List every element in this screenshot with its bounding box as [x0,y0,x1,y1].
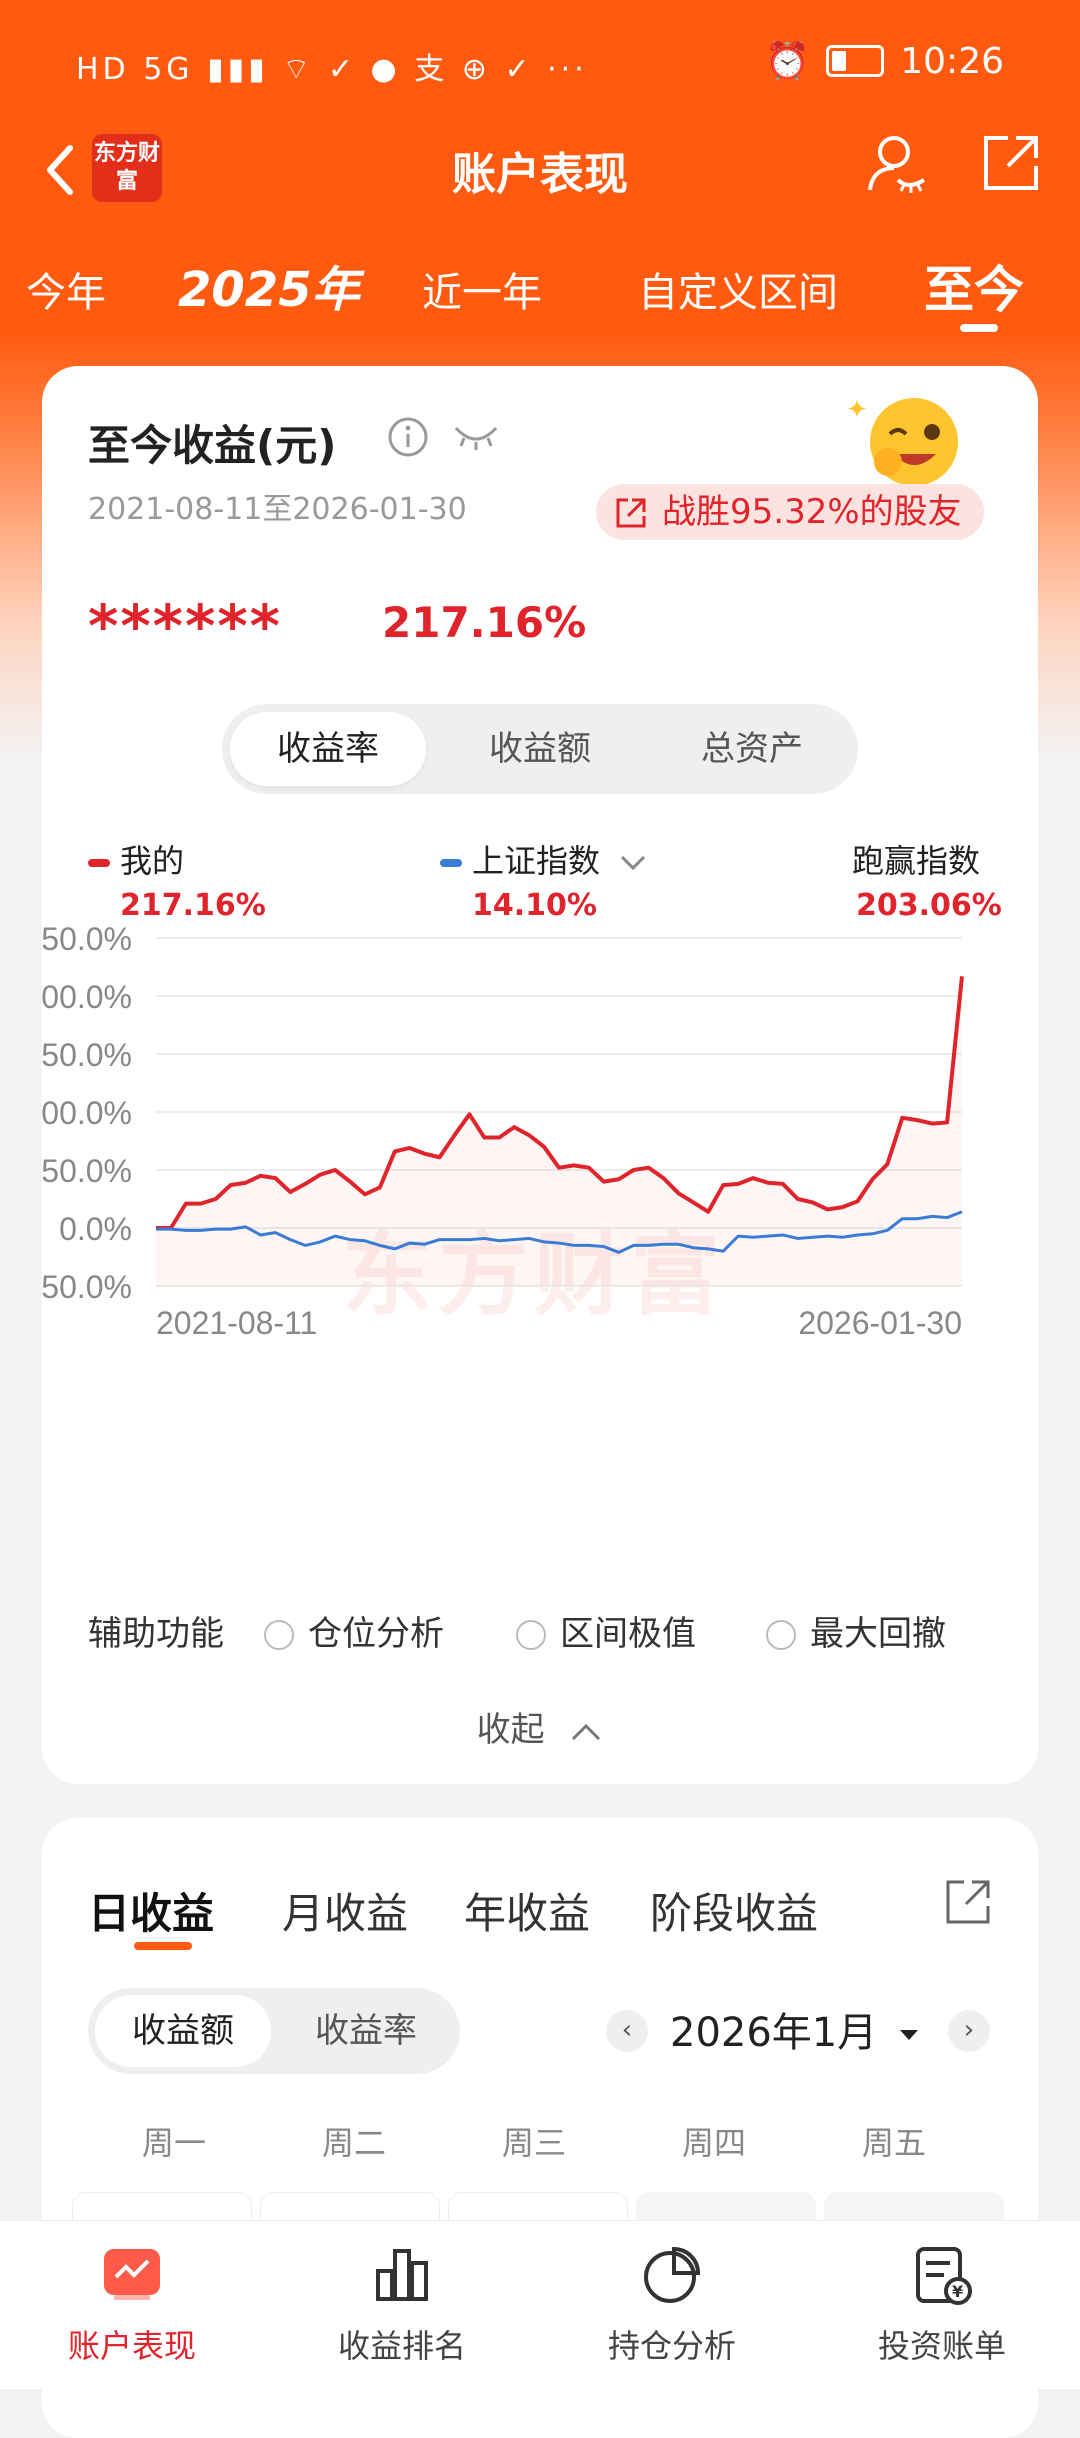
bill-icon: ¥ [916,2247,972,2305]
return-card: 至今收益(元) 2021-08-11至2026-01-30 ✦ 战胜95.32%… [42,366,1038,1784]
weekday-wed: 周三 [501,2124,566,2162]
nav-return-ranking[interactable]: 收益排名 [302,2243,502,2367]
svg-text:✦: ✦ [846,395,868,425]
y-tick-label: 50.0% [42,1153,132,1189]
segment-return-rate[interactable]: 收益率 [230,712,426,786]
month-label: 2026年1月 [670,2010,878,2056]
y-tick-label: -50.0% [42,1269,132,1305]
info-icon[interactable] [387,416,429,458]
battery-icon [826,45,885,77]
status-time: 10:26 [900,40,1004,82]
blue-dot-icon [440,859,462,867]
return-title: 至今收益(元) [88,421,337,470]
share-out-icon [616,498,646,528]
bar-chart-icon [376,2249,428,2301]
user-privacy-icon[interactable] [864,130,930,196]
nav-label: 账户表现 [67,2327,196,2365]
tab-last-year[interactable]: 近一年 [422,260,542,318]
y-tick-label: 250.0% [42,926,132,957]
nav-holding-analysis[interactable]: 持仓分析 [572,2243,772,2367]
bottom-nav: 账户表现 收益排名 持仓分析 ¥ 投资账单 [0,2220,1080,2389]
option-range-extremes[interactable]: 区间极值 [516,1606,696,1655]
tab-all-time[interactable]: 至今 [924,250,1024,322]
nav-label: 收益排名 [337,2327,466,2365]
collapse-button[interactable]: 收起 [42,1702,1038,1751]
weekday-thu: 周四 [681,2124,746,2162]
legend-outperform-label: 跑赢指数 [852,842,981,880]
return-percent: 217.16% [382,598,587,647]
date-range: 2021-08-11至2026-01-30 [88,492,467,527]
tab-yearly[interactable]: 年收益 [464,1880,590,1941]
masked-amount: ****** [88,592,282,660]
y-tick-label: 150.0% [42,1037,132,1073]
next-month-button[interactable]: › [948,2010,990,2052]
tab-2025[interactable]: 2025年 [178,250,360,320]
chart-screen-icon [104,2249,160,2300]
svg-text:¥: ¥ [952,2282,963,2301]
nav-label: 投资账单 [877,2327,1006,2365]
hide-eye-icon[interactable] [452,418,500,454]
return-chart: 250.0% 200.0% 150.0% 100.0% 50.0% 0.0% -50.0% 2… [42,926,964,1341]
beat-badge[interactable]: 战胜95.32%的股友 [596,484,984,540]
aux-label: 辅助功能 [88,1614,224,1654]
daily-tab-indicator [134,1942,192,1950]
nav-investment-bill[interactable]: ¥ 投资账单 [842,2243,1042,2367]
x-start-label: 2021-08-11 [156,1305,317,1341]
tab-stage[interactable]: 阶段收益 [650,1880,818,1941]
y-tick-label: 100.0% [42,1095,132,1131]
month-selector[interactable]: 2026年1月 [670,2000,920,2058]
segment-amount[interactable]: 收益额 [95,1995,271,2067]
weekday-tue: 周二 [321,2124,386,2162]
status-icons: HD 5G ▮▮▮ ⌔ ✓ ● 支 ⊕ ✓ ··· [76,52,588,87]
y-tick-label: 0.0% [59,1211,132,1247]
metric-segment: 收益率 收益额 总资产 [222,704,858,794]
weekday-fri: 周五 [861,2124,926,2162]
x-end-label: 2026-01-30 [798,1305,962,1341]
legend-mine-label: 我的 [120,842,185,880]
radio-icon [516,1620,546,1650]
period-tabs: 今年 2025年 近一年 自定义区间 至今 [0,250,1080,340]
tab-this-year[interactable]: 今年 [26,260,106,318]
legend-mine-value: 217.16% [120,888,266,923]
segment-rate[interactable]: 收益率 [278,1995,454,2067]
tab-custom-range[interactable]: 自定义区间 [638,260,838,318]
legend-index-value: 14.10% [472,888,597,923]
segment-return-amount[interactable]: 收益额 [442,712,638,786]
daily-metric-segment: 收益额 收益率 [88,1988,460,2074]
prev-month-button[interactable]: ‹ [606,2010,648,2052]
legend-mine: 我的 217.16% [88,836,266,923]
tab-indicator [960,324,998,332]
nav-label: 持仓分析 [607,2327,736,2365]
chevron-down-icon [621,855,646,871]
beat-text: 战胜95.32%的股友 [662,492,962,532]
radio-icon [264,1620,294,1650]
legend-index-label: 上证指数 [472,842,601,880]
pie-chart-icon [644,2246,701,2303]
chevron-up-icon [572,1723,601,1740]
legend-outperform-value: 203.06% [856,888,1002,923]
radio-icon [766,1620,796,1650]
wink-emoji-icon: ✦ [846,395,958,486]
share-icon[interactable] [942,1876,994,1928]
tab-monthly[interactable]: 月收益 [282,1880,408,1941]
share-icon[interactable] [978,130,1044,196]
legend-index[interactable]: 上证指数 14.10% [440,836,648,923]
top-nav: 东方财富 账户表现 [0,130,1080,220]
legend-outperform: 跑赢指数 203.06% [852,836,1002,923]
option-position-analysis[interactable]: 仓位分析 [264,1606,444,1655]
series-area-fill [156,976,962,1286]
caret-down-icon [899,2030,918,2040]
weekday-mon: 周一 [141,2124,206,2162]
tab-daily[interactable]: 日收益 [88,1880,214,1941]
option-max-drawdown[interactable]: 最大回撤 [766,1606,946,1655]
alarm-icon: ⏰ [765,41,811,82]
collapse-label: 收起 [476,1710,545,1750]
segment-total-assets[interactable]: 总资产 [654,712,850,786]
y-tick-label: 200.0% [42,979,132,1015]
status-bar: HD 5G ▮▮▮ ⌔ ✓ ● 支 ⊕ ✓ ··· ⏰ 10:26 [0,0,1080,130]
red-dot-icon [88,859,110,867]
nav-account-performance[interactable]: 账户表现 [32,2243,232,2367]
